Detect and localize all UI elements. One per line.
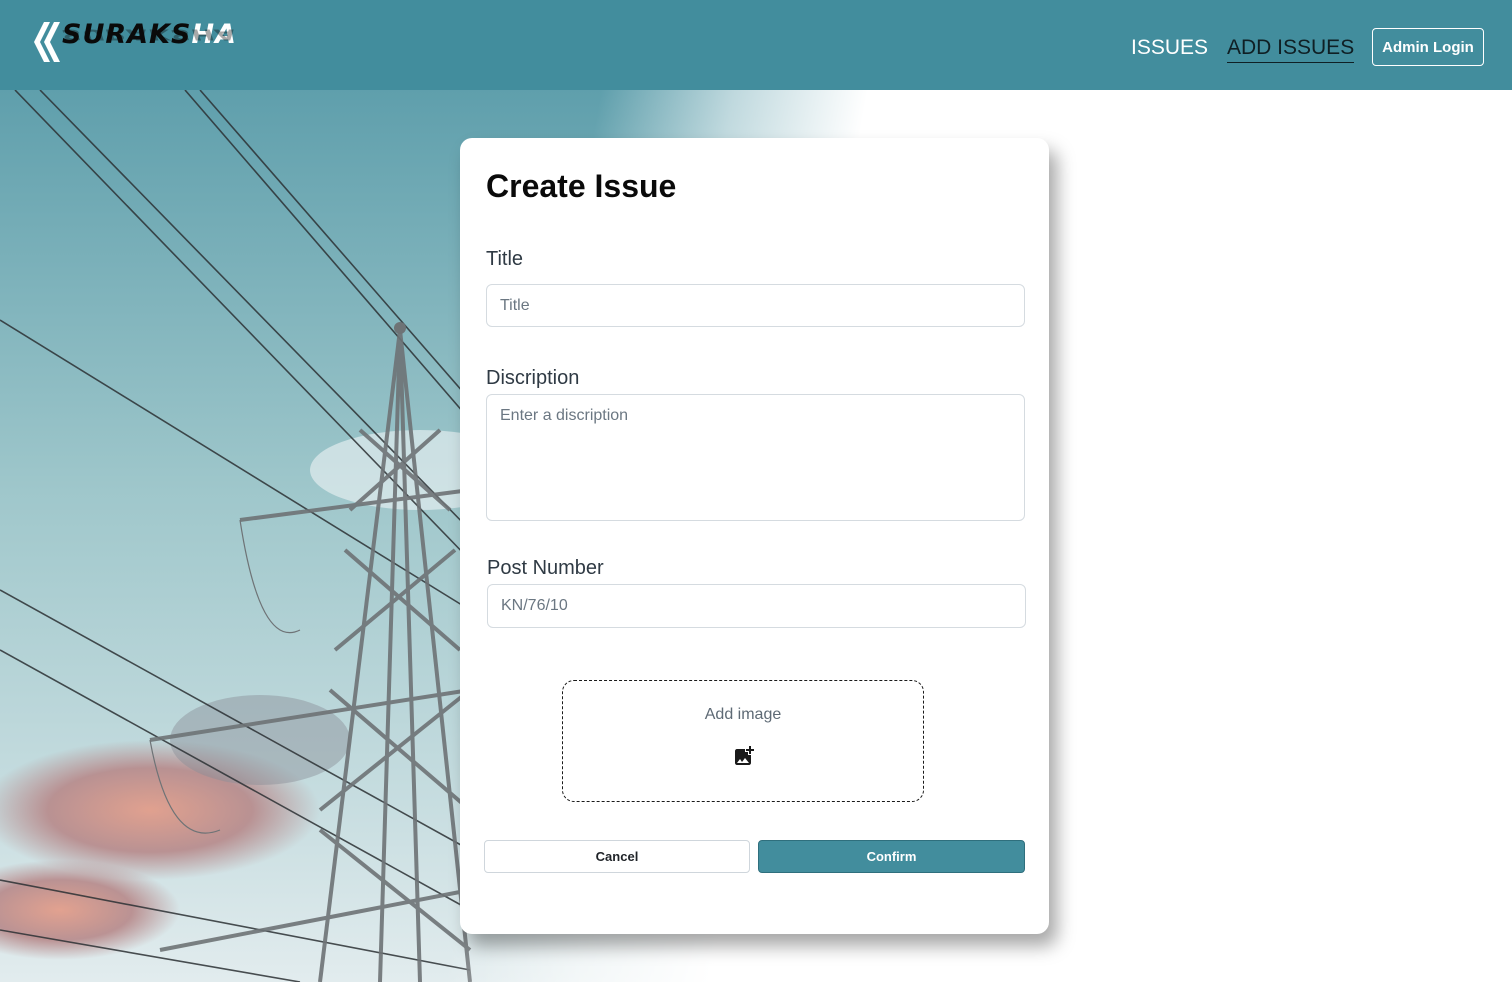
suraksha-logo[interactable]: SURAKSHA SURAKSHA [34, 18, 237, 68]
create-issue-card: Create Issue Title Discription Post Numb… [460, 138, 1049, 934]
admin-login-button[interactable]: Admin Login [1372, 28, 1484, 66]
logo-reflection: SURAKSHA [62, 25, 237, 43]
top-navbar: SURAKSHA SURAKSHA ISSUES ADD ISSUES Admi… [0, 0, 1512, 90]
double-chevron-icon [34, 22, 60, 62]
add-photo-icon [735, 746, 754, 765]
add-image-dropzone[interactable]: Add image [562, 680, 924, 802]
post-number-label: Post Number [487, 557, 604, 579]
title-label: Title [486, 248, 524, 270]
cancel-button[interactable]: Cancel [484, 840, 750, 873]
title-input[interactable] [486, 284, 1025, 327]
post-number-input[interactable] [487, 584, 1026, 628]
nav-add-issues-link[interactable]: ADD ISSUES [1227, 35, 1355, 63]
add-image-label: Add image [704, 706, 782, 723]
description-textarea[interactable] [486, 394, 1025, 521]
confirm-button[interactable]: Confirm [758, 840, 1025, 873]
description-label: Discription [486, 367, 580, 389]
page-title: Create Issue [486, 168, 677, 204]
nav-issues-link[interactable]: ISSUES [1131, 35, 1208, 61]
